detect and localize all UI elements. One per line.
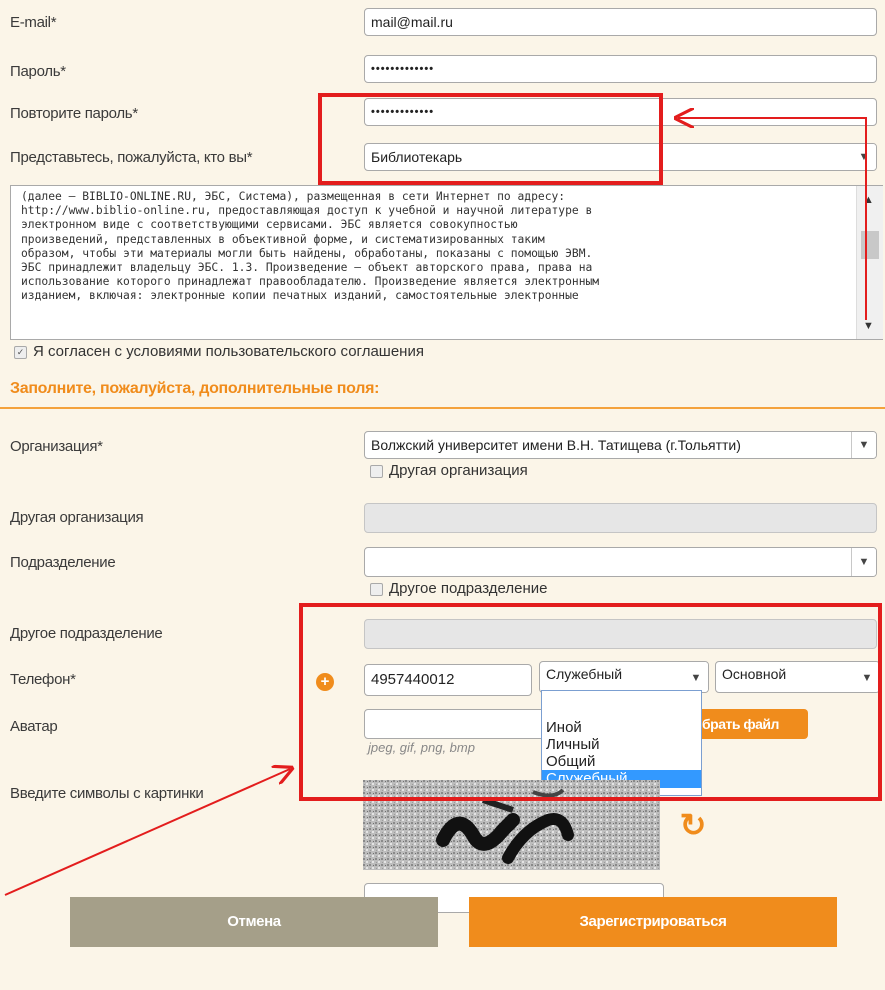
annotation-arrow-lower — [4, 769, 290, 896]
annotation-arrows — [4, 0, 867, 896]
annotation-arrow-upper — [678, 118, 867, 320]
